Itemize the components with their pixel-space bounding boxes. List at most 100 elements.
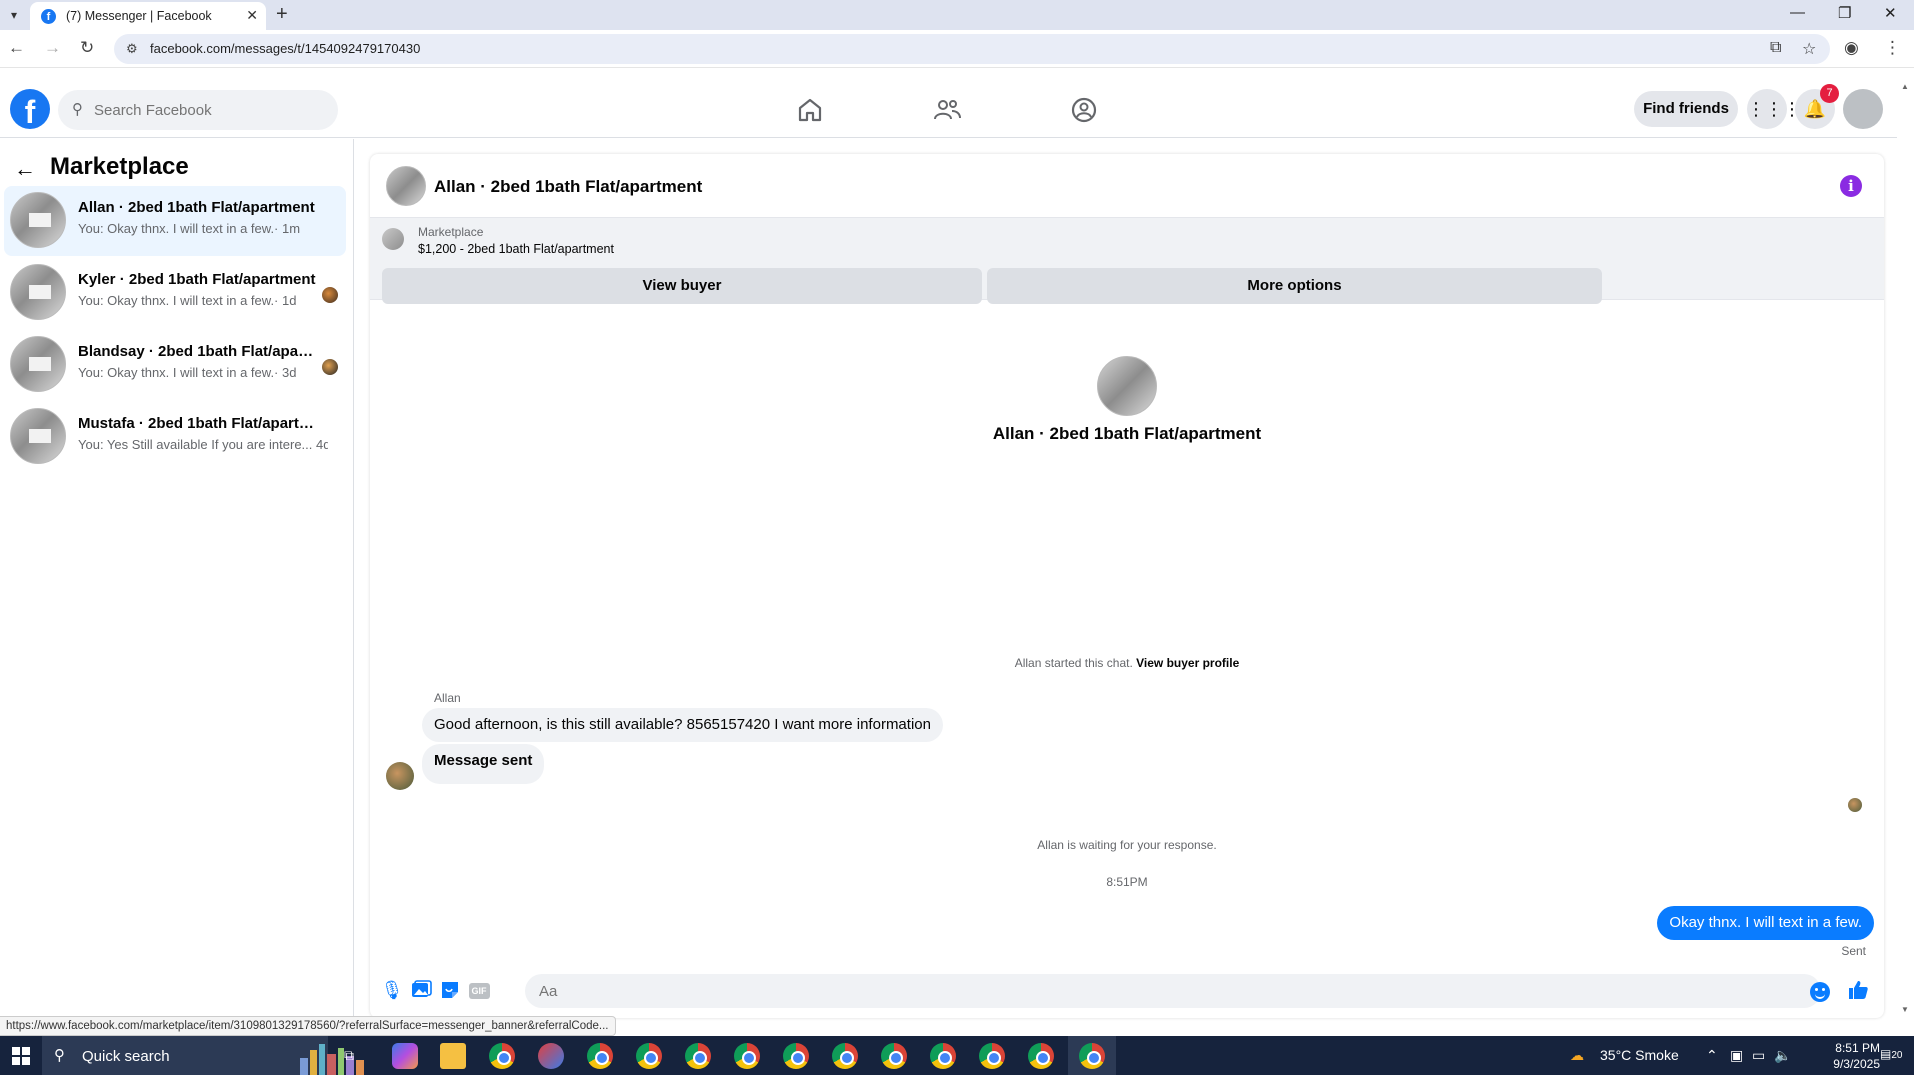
chrome-profile-icon[interactable]: [1028, 1043, 1054, 1069]
url-text[interactable]: facebook.com/messages/t/1454092479170430: [150, 41, 420, 56]
sent-status: Sent: [1841, 944, 1866, 958]
search-box[interactable]: ⚲: [58, 90, 338, 130]
back-icon[interactable]: ←: [8, 38, 25, 58]
marketplace-sidebar: ← Marketplace Allan · 2bed 1bath Flat/ap…: [0, 139, 354, 1018]
emoji-icon[interactable]: [1810, 982, 1830, 1002]
notification-center-icon[interactable]: ▤20: [1880, 1047, 1902, 1061]
chrome-icon[interactable]: [587, 1043, 613, 1069]
tab-close-icon[interactable]: ✕: [246, 7, 258, 24]
reload-icon[interactable]: ↻: [80, 38, 94, 58]
city-skyline-icon: [300, 1044, 364, 1075]
address-bar[interactable]: ⚙ facebook.com/messages/t/14540924791704…: [114, 34, 1830, 64]
account-avatar[interactable]: [1843, 89, 1883, 129]
tab-title: (7) Messenger | Facebook: [66, 9, 212, 23]
message-composer: 🎙 GIF: [370, 962, 1884, 1018]
view-buyer-button[interactable]: View buyer: [382, 268, 982, 304]
seen-by-avatar: [1848, 798, 1862, 812]
copilot-icon[interactable]: [392, 1043, 418, 1069]
profile-icon[interactable]: ◉: [1844, 38, 1859, 58]
back-arrow-icon[interactable]: ←: [14, 156, 36, 182]
info-icon[interactable]: i: [1840, 175, 1862, 197]
microphone-icon[interactable]: 🎙: [380, 978, 404, 1002]
groups-icon[interactable]: [1069, 95, 1099, 125]
listing-thumbnail[interactable]: [386, 166, 426, 206]
conversation-item[interactable]: Mustafa · 2bed 1bath Flat/apartme... You…: [4, 402, 346, 472]
search-icon: ⚲: [72, 101, 83, 118]
browser-tab[interactable]: f (7) Messenger | Facebook ✕: [30, 2, 266, 30]
home-icon[interactable]: [795, 95, 825, 125]
listing-category: Marketplace: [418, 225, 484, 239]
window-close-icon[interactable]: ✕: [1884, 4, 1897, 22]
conversation-item[interactable]: Blandsay · 2bed 1bath Flat/apart... You:…: [4, 330, 346, 400]
page-scrollbar[interactable]: ▲ ▼: [1897, 68, 1914, 1018]
incoming-message[interactable]: Good afternoon, is this still available?…: [422, 708, 943, 742]
view-buyer-profile-link[interactable]: View buyer profile: [1136, 656, 1239, 670]
chrome-profile-icon[interactable]: [489, 1043, 515, 1069]
conversation-item[interactable]: Allan · 2bed 1bath Flat/apartment You: O…: [4, 186, 346, 256]
chat-intro-name: Allan · 2bed 1bath Flat/apartment: [992, 424, 1262, 443]
forward-icon[interactable]: →: [44, 38, 61, 58]
facebook-header: f ⚲ Find friends ⋮⋮⋮ 🔔 7: [0, 68, 1914, 138]
conversation-name: Kyler · 2bed 1bath Flat/apartment: [78, 271, 316, 288]
chrome-profile-icon[interactable]: [979, 1043, 1005, 1069]
like-thumb-icon[interactable]: [1846, 978, 1870, 1002]
outgoing-message[interactable]: Okay thnx. I will text in a few.: [1657, 906, 1874, 940]
bookmark-star-icon[interactable]: ☆: [1802, 39, 1816, 59]
network-icon[interactable]: ▭: [1752, 1047, 1765, 1064]
listing-profile-image: [1097, 356, 1157, 416]
minimize-icon[interactable]: —: [1790, 4, 1805, 21]
weather-text[interactable]: 35°C Smoke: [1600, 1047, 1679, 1063]
chrome-profile-icon[interactable]: [636, 1043, 662, 1069]
message-input[interactable]: [525, 974, 1821, 1008]
windows-taskbar: ⚲ Quick search ⧉ ☁ 35°C Smoke ⌃ ▣ ▭ 🔈 8:…: [0, 1036, 1914, 1075]
taskbar-clock[interactable]: 8:51 PM 9/3/2025: [1822, 1040, 1880, 1072]
chrome-profile-icon[interactable]: [685, 1043, 711, 1069]
photo-icon[interactable]: [409, 978, 433, 1002]
scroll-down-arrow-icon[interactable]: ▼: [1901, 1005, 1909, 1014]
conversation-item[interactable]: Kyler · 2bed 1bath Flat/apartment You: O…: [4, 258, 346, 328]
taskbar-search-label: Quick search: [82, 1048, 170, 1065]
scroll-up-arrow-icon[interactable]: ▲: [1901, 82, 1909, 91]
meet-now-icon[interactable]: ▣: [1730, 1047, 1743, 1064]
chrome-profile-icon[interactable]: [881, 1043, 907, 1069]
facebook-logo[interactable]: f: [10, 89, 50, 130]
site-info-icon[interactable]: ⚙: [126, 41, 138, 57]
tray-chevron-icon[interactable]: ⌃: [1706, 1047, 1718, 1064]
restore-icon[interactable]: ❐: [1838, 4, 1851, 22]
windows-start-icon[interactable]: [12, 1047, 30, 1065]
waiting-notice: Allan is waiting for your response.: [1037, 838, 1217, 852]
clock-time: 8:51 PM: [1835, 1041, 1880, 1055]
listing-thumbnail: [10, 264, 66, 320]
chrome-profile-icon[interactable]: [734, 1043, 760, 1069]
chat-panel: Allan · 2bed 1bath Flat/apartment i Mark…: [370, 154, 1884, 1018]
conversation-name: Mustafa · 2bed 1bath Flat/apartme...: [78, 415, 318, 432]
facebook-favicon-icon: f: [41, 9, 56, 24]
browser-menu-icon[interactable]: ⋮: [1884, 38, 1901, 58]
more-options-button[interactable]: More options: [987, 268, 1602, 304]
install-app-icon[interactable]: ⧉: [1770, 39, 1781, 57]
weather-icon[interactable]: ☁: [1570, 1047, 1584, 1064]
friends-icon[interactable]: [932, 95, 962, 125]
chrome-profile-icon[interactable]: [832, 1043, 858, 1069]
paint-app-icon[interactable]: [538, 1043, 564, 1069]
gif-icon[interactable]: GIF: [467, 978, 491, 1002]
link-hover-status: https://www.facebook.com/marketplace/ite…: [0, 1016, 616, 1036]
taskbar-search[interactable]: ⚲ Quick search: [42, 1036, 364, 1075]
chat-started-notice: Allan started this chat. View buyer prof…: [370, 656, 1884, 670]
search-input[interactable]: [94, 90, 324, 130]
chrome-profile-icon[interactable]: [930, 1043, 956, 1069]
menu-grid-icon[interactable]: ⋮⋮⋮: [1747, 89, 1801, 129]
new-tab-icon[interactable]: +: [276, 3, 288, 26]
chrome-profile-icon[interactable]: [1079, 1043, 1105, 1069]
conversation-preview: You: Okay thnx. I will text in a few.· 1…: [78, 221, 301, 236]
incoming-message[interactable]: Message sent: [422, 744, 545, 784]
chat-title[interactable]: Allan · 2bed 1bath Flat/apartment: [434, 177, 702, 197]
chrome-profile-icon[interactable]: [783, 1043, 809, 1069]
find-friends-button[interactable]: Find friends: [1634, 91, 1738, 127]
volume-icon[interactable]: 🔈: [1774, 1047, 1791, 1064]
task-view-icon[interactable]: ⧉: [344, 1047, 354, 1064]
tab-search-chevron-icon[interactable]: ▾: [4, 5, 24, 25]
sender-avatar[interactable]: [386, 762, 414, 790]
file-explorer-icon[interactable]: [440, 1043, 466, 1069]
sticker-icon[interactable]: [438, 978, 462, 1002]
